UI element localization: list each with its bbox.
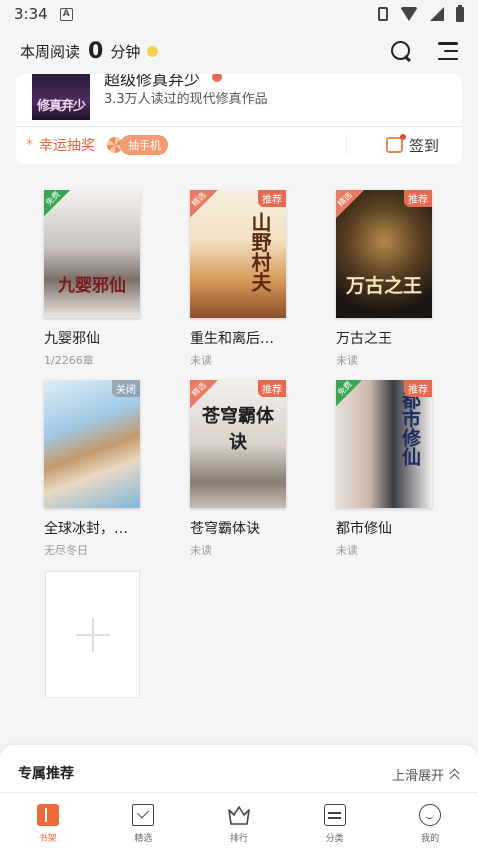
status-time: 3:34	[14, 5, 48, 23]
signin-button[interactable]: 签到	[386, 126, 439, 164]
free-tag: 免费	[336, 380, 362, 406]
featured-tag: 精选	[336, 190, 364, 218]
book-title: 苍穹霸体诀	[190, 521, 260, 537]
close-tag[interactable]: 关闭	[112, 380, 140, 397]
cover-title: 万古之王	[345, 275, 422, 297]
status-bar: 3:34 A	[0, 0, 478, 28]
menu-icon[interactable]	[438, 42, 458, 60]
book-progress: 未读	[190, 354, 212, 367]
expand-button[interactable]: 上滑展开	[392, 765, 462, 784]
wifi-icon	[400, 7, 418, 21]
tab-label: 精选	[134, 834, 153, 844]
status-icons	[378, 4, 464, 22]
signal-icon	[430, 7, 444, 21]
weekly-read-minutes: 0	[88, 38, 104, 64]
header: 本周阅读 0 分钟	[0, 28, 478, 74]
book-item[interactable]: 九婴邪仙 免费 九婴邪仙 1/2266章	[44, 190, 140, 368]
book-cover[interactable]: 山野村夫 精选 推荐	[190, 190, 286, 318]
book-title: 万古之王	[336, 331, 392, 347]
chevron-up-icon	[448, 770, 462, 780]
signin-label: 签到	[409, 136, 440, 155]
book-title: 九婴邪仙	[44, 331, 100, 347]
featured-book-card[interactable]: 修真弃少 超级修真弃少 3.3万人读过的现代修真作品 * 幸运抽奖 抽手机 签到	[16, 74, 462, 164]
recommend-tag: 推荐	[404, 190, 432, 207]
tab-bookshelf[interactable]: 书架	[0, 795, 96, 851]
bookshelf-icon	[36, 804, 59, 826]
cover-title: 山野村夫	[248, 212, 272, 292]
cover-title: 九婴邪仙	[58, 276, 126, 296]
bottom-tab-bar: 书架 精选 排行 分类 我的	[0, 795, 478, 851]
tab-label: 分类	[325, 834, 344, 844]
lottery-label: 幸运抽奖	[39, 138, 95, 154]
category-icon	[323, 804, 346, 826]
divider	[346, 135, 347, 155]
featured-icon	[132, 804, 155, 826]
expand-label: 上滑展开	[391, 769, 444, 784]
tab-label: 我的	[421, 834, 440, 844]
lottery-button[interactable]: * 幸运抽奖 抽手机	[16, 126, 168, 164]
book-progress: 未读	[190, 544, 212, 557]
add-book-button[interactable]	[45, 571, 140, 698]
featured-tag: 精选	[190, 190, 218, 218]
book-title: 全球冰封，…	[44, 521, 128, 537]
book-title: 重生和离后…	[190, 331, 274, 347]
new-dot-icon	[212, 74, 222, 82]
tab-label: 排行	[229, 834, 248, 844]
vibrate-icon	[378, 7, 388, 21]
book-item[interactable]: 山野村夫 精选 推荐 重生和离后… 未读	[190, 190, 286, 368]
tab-category[interactable]: 分类	[287, 795, 383, 851]
ranking-icon	[228, 806, 250, 825]
search-icon[interactable]	[390, 40, 412, 62]
featured-book-cover[interactable]: 修真弃少	[32, 74, 90, 120]
featured-cover-text: 修真弃少	[36, 99, 86, 114]
book-progress: 未读	[336, 544, 358, 557]
coin-icon	[147, 45, 159, 57]
battery-icon	[456, 4, 464, 22]
book-progress: 未读	[336, 354, 358, 367]
book-progress: 1/2266章	[44, 354, 94, 367]
calendar-icon	[386, 134, 406, 153]
asterisk-icon: *	[26, 137, 33, 153]
featured-tag: 精选	[190, 380, 218, 408]
recommend-title: 专属推荐	[18, 766, 74, 782]
book-cover[interactable]: 九婴邪仙 免费	[44, 190, 140, 318]
book-cover[interactable]: 苍穹霸体诀 精选 推荐	[190, 380, 286, 508]
book-item[interactable]: 关闭 全球冰封，… 无尽冬日	[44, 380, 140, 558]
divider	[0, 792, 478, 793]
lottery-prize-pill: 抽手机	[120, 135, 168, 155]
free-tag: 免费	[44, 190, 70, 216]
weekly-read-label: 本周阅读	[20, 42, 81, 61]
tab-featured[interactable]: 精选	[96, 795, 192, 851]
plus-icon	[76, 618, 110, 652]
book-cover[interactable]: 关闭	[44, 380, 140, 508]
book-cover[interactable]: 万古之王 精选 推荐	[336, 190, 432, 318]
featured-book-subtitle: 3.3万人读过的现代修真作品	[104, 92, 268, 107]
weekly-read-unit: 分钟	[110, 42, 141, 61]
tab-profile[interactable]: 我的	[382, 795, 478, 851]
notification-icon: A	[59, 7, 73, 21]
tab-ranking[interactable]: 排行	[191, 795, 287, 851]
recommend-tag: 推荐	[404, 380, 432, 397]
recommend-tag: 推荐	[258, 380, 286, 397]
profile-icon	[419, 804, 442, 826]
book-item[interactable]: 都市修仙 免费 推荐 都市修仙 未读	[336, 380, 432, 558]
book-cover[interactable]: 都市修仙 免费 推荐	[336, 380, 432, 508]
recommend-tag: 推荐	[258, 190, 286, 207]
cover-title: 苍穹霸体诀	[202, 406, 274, 453]
book-title: 都市修仙	[336, 521, 392, 537]
book-item[interactable]: 苍穹霸体诀 精选 推荐 苍穹霸体诀 未读	[190, 380, 286, 558]
tab-label: 书架	[38, 834, 57, 844]
book-progress: 无尽冬日	[44, 544, 88, 557]
book-item[interactable]: 万古之王 精选 推荐 万古之王 未读	[336, 190, 432, 368]
cover-title: 都市修仙	[399, 390, 421, 466]
